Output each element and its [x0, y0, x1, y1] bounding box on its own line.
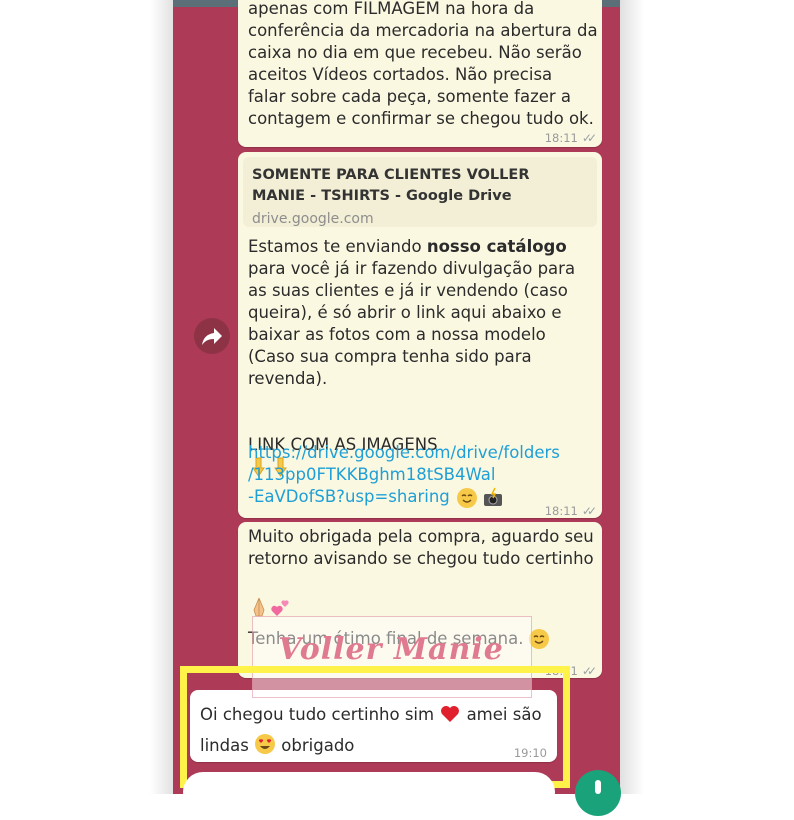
read-ticks-icon: ✓✓ — [581, 664, 597, 678]
screenshot-shadow-left — [150, 0, 174, 794]
read-ticks-icon: ✓✓ — [581, 131, 597, 145]
drive-link[interactable]: https://drive.google.com/drive/folders /… — [248, 442, 560, 508]
highlight-frame — [180, 666, 570, 788]
outgoing-message-catalog[interactable]: SOMENTE PARA CLIENTES VOLLER MANIE - TSH… — [238, 152, 602, 518]
mic-icon — [595, 780, 601, 794]
link-preview[interactable]: SOMENTE PARA CLIENTES VOLLER MANIE - TSH… — [243, 157, 597, 227]
message-meta: 18:11 ✓✓ — [544, 500, 597, 522]
message-meta: 18:11 ✓✓ — [544, 127, 597, 149]
text-body: para você já ir fazendo divulgação para … — [248, 259, 576, 388]
forward-button[interactable] — [194, 318, 230, 354]
link-preview-domain: drive.google.com — [252, 211, 374, 227]
message-time: 18:11 — [544, 131, 578, 145]
folded-hands-emoji — [253, 597, 265, 617]
camera-flash-emoji — [484, 487, 502, 506]
text-catalog-bold: nosso catálogo — [426, 237, 567, 256]
two-hearts-emoji — [271, 600, 289, 616]
message-text: Estamos te enviando nosso catálogo para … — [248, 236, 575, 390]
screenshot-shadow-right — [620, 0, 644, 794]
text-intro: Estamos te enviando — [248, 237, 427, 256]
hugging-face-emoji — [457, 488, 477, 508]
mic-button[interactable] — [575, 770, 621, 816]
watermark-text: Voller Manie — [278, 632, 504, 667]
outgoing-message-instructions[interactable]: apenas com FILMAGEM na hora da conferênc… — [238, 0, 602, 147]
emoji-line — [248, 574, 292, 620]
link-preview-title: SOMENTE PARA CLIENTES VOLLER MANIE - TSH… — [252, 167, 530, 204]
message-text: Muito obrigada pela compra, aguardo seu … — [248, 527, 594, 568]
message-text: apenas com FILMAGEM na hora da conferênc… — [248, 0, 598, 128]
forward-icon — [202, 328, 222, 345]
read-ticks-icon: ✓✓ — [581, 504, 597, 518]
message-input[interactable] — [183, 772, 555, 812]
message-time: 18:11 — [544, 504, 578, 518]
